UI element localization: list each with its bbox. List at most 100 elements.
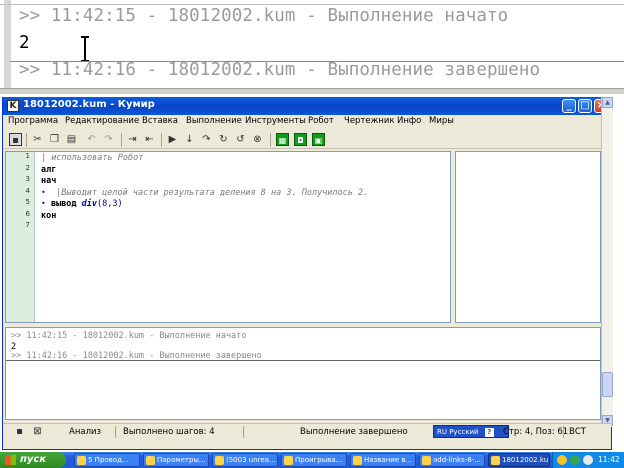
- keyword-output: вывод: [50, 199, 77, 209]
- cut-icon[interactable]: ✂: [31, 133, 44, 146]
- grid-icon-3[interactable]: ▣: [312, 133, 325, 146]
- comment-text: |Выводит целой части результата деления …: [56, 187, 369, 198]
- grid-icon-2[interactable]: ◘: [294, 133, 307, 146]
- menu-program[interactable]: Программа: [8, 116, 58, 126]
- zoom-log-start: >> 11:42:15 - 18012002.kum - Выполнение …: [19, 6, 509, 26]
- console-log-start: >> 11:42:15 - 18012002.kum - Выполнение …: [11, 331, 247, 341]
- task-label: 18012002.ku...: [502, 456, 550, 464]
- task-label: (5003 unrea...: [226, 456, 276, 464]
- bullet-icon: •: [41, 199, 46, 208]
- line-number: 1: [25, 152, 30, 160]
- menu-insert[interactable]: Вставка: [142, 116, 178, 126]
- clock: 11:42: [598, 455, 620, 464]
- code-line: • вывод div(8,3): [41, 199, 368, 211]
- save-icon[interactable]: ▪: [9, 133, 22, 146]
- bullet-icon: •: [41, 187, 46, 197]
- minimize-button[interactable]: _: [562, 99, 576, 113]
- start-label: пуск: [20, 454, 47, 465]
- run-to-cursor-icon[interactable]: ↺: [234, 133, 247, 146]
- language-indicator[interactable]: RU Русский?: [433, 425, 509, 438]
- code-line: • |Выводит целой части результата делени…: [41, 188, 368, 200]
- menu-run[interactable]: Выполнение: [186, 116, 242, 126]
- indent-icon[interactable]: ⇥: [126, 133, 139, 146]
- code-editor[interactable]: 1 2 3 4 5 6 7 | использовать Робот алг н…: [5, 151, 451, 323]
- kumir-app-icon: [491, 456, 500, 465]
- status-insert-mode: ВСТ: [569, 427, 586, 437]
- help-icon[interactable]: ?: [484, 428, 494, 437]
- status-steps: Выполнено шагов: 4: [123, 427, 215, 437]
- windows-logo-icon: [5, 455, 16, 465]
- menu-bar: Программа Редактирование Вставка Выполне…: [3, 115, 611, 131]
- menu-tools[interactable]: Инструменты: [245, 116, 306, 126]
- zoom-left-border: [4, 0, 11, 94]
- status-position: Стр: 4, Поз: 61: [503, 427, 569, 437]
- disk-icon: ▪: [16, 426, 23, 437]
- menu-robot[interactable]: Робот: [308, 116, 334, 126]
- task-browser[interactable]: (5003 unrea...: [212, 453, 278, 467]
- function-args: (8,3): [97, 199, 123, 209]
- task-label: Параметры...: [157, 456, 206, 464]
- kumir-app-icon: K: [7, 100, 19, 112]
- task-kumir[interactable]: 18012002.ku...: [488, 453, 550, 467]
- browser-icon: [215, 456, 224, 465]
- menu-draftsman[interactable]: Чертежник: [344, 116, 395, 126]
- run-icon[interactable]: ▶: [166, 133, 179, 146]
- line-number: 2: [25, 163, 30, 172]
- task-player[interactable]: Проигрыва...: [281, 453, 347, 467]
- tray-icon[interactable]: [570, 455, 580, 465]
- task-settings[interactable]: Параметры...: [143, 453, 209, 467]
- menu-info[interactable]: Инфо: [397, 116, 421, 126]
- start-button[interactable]: пуск: [0, 452, 66, 468]
- window-title: 18012002.kum - Кумир: [23, 99, 155, 110]
- vertical-scrollbar[interactable]: ▲ ▼: [601, 97, 613, 427]
- scroll-up-icon[interactable]: ▲: [602, 97, 613, 108]
- keyword-end: кон: [41, 210, 57, 221]
- toolbar-separator: [121, 133, 122, 147]
- step-icon[interactable]: ↓: [183, 133, 196, 146]
- line-number-gutter: 1 2 3 4 5 6 7: [6, 152, 35, 322]
- menu-worlds[interactable]: Миры: [429, 116, 454, 126]
- comment-text: | использовать Робот: [41, 153, 144, 163]
- status-bar: ▪ ⊠ Анализ Выполнено шагов: 4 Выполнение…: [3, 423, 611, 439]
- document-icon: [422, 456, 431, 465]
- task-explorer[interactable]: 5 Провод...: [74, 453, 140, 467]
- step-into-icon[interactable]: ↷: [200, 133, 213, 146]
- task-label: add-links-8-...: [433, 456, 481, 464]
- stop-icon[interactable]: ⊗: [251, 133, 264, 146]
- tray-icon[interactable]: [583, 455, 593, 465]
- menu-edit[interactable]: Редактирование: [65, 116, 139, 126]
- scroll-thumb[interactable]: [602, 372, 613, 397]
- line-number: 3: [25, 175, 30, 183]
- toolbar-separator: [161, 133, 162, 147]
- title-bar[interactable]: K 18012002.kum - Кумир _ □ ×: [3, 97, 611, 115]
- document-icon: [353, 456, 362, 465]
- code-text[interactable]: | использовать Робот алг нач • |Выводит …: [41, 153, 368, 222]
- kumir-window: K 18012002.kum - Кумир _ □ × Программа Р…: [2, 97, 613, 450]
- system-tray: 11:42: [552, 452, 624, 468]
- undo-icon[interactable]: ↶: [85, 133, 98, 146]
- side-panel: [455, 151, 601, 323]
- grid-icon-1[interactable]: ▦: [276, 133, 289, 146]
- code-line: нач: [41, 176, 368, 188]
- taskbar: пуск 5 Провод... Параметры... (5003 unre…: [0, 452, 624, 468]
- line-number: 7: [25, 221, 30, 229]
- redo-icon[interactable]: ↷: [102, 133, 115, 146]
- task-document[interactable]: Название в...: [350, 453, 416, 467]
- step-out-icon[interactable]: ↻: [217, 133, 230, 146]
- line-number: 4: [25, 186, 30, 195]
- toolbar-separator: [270, 133, 271, 147]
- task-add-links[interactable]: add-links-8-...: [419, 453, 485, 467]
- outdent-icon[interactable]: ⇤: [143, 133, 156, 146]
- window-icon: [146, 456, 155, 465]
- paste-icon[interactable]: ▤: [65, 133, 78, 146]
- toolbar: ▪ ✂ ❐ ▤ ↶ ↷ ⇥ ⇤ ▶ ↓ ↷ ↻ ↺ ⊗ ▦ ◘ ▣: [3, 131, 611, 149]
- status-state: Выполнение завершено: [300, 427, 408, 437]
- status-separator: [563, 426, 564, 438]
- zoom-bottom-strip: [0, 88, 624, 94]
- status-mode: Анализ: [69, 427, 102, 437]
- maximize-button[interactable]: □: [578, 99, 592, 113]
- tray-icon[interactable]: [557, 455, 567, 465]
- task-label: Проигрыва...: [295, 456, 343, 464]
- copy-icon[interactable]: ❐: [48, 133, 61, 146]
- output-console[interactable]: >> 11:42:15 - 18012002.kum - Выполнение …: [5, 327, 601, 420]
